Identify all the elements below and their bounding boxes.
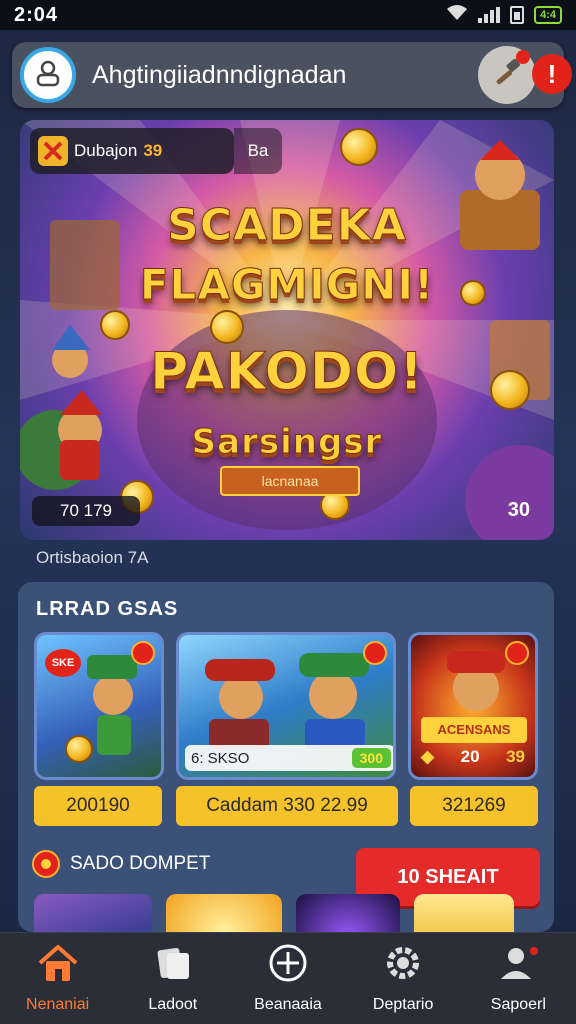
character-figure: [93, 675, 133, 715]
exclamation-icon: !: [547, 58, 557, 89]
plus-circle-icon: [268, 943, 308, 988]
games-section: LRRAD GSAS SKE 6: SKSO 300 ACENSANS ◆ 20…: [18, 582, 554, 934]
card-right-value: 39: [506, 747, 525, 766]
banner-ribbon: lacnanaa: [220, 466, 360, 496]
card-strip: 6: SKSO 300: [185, 745, 393, 771]
character-figure: [309, 671, 357, 719]
nav-add[interactable]: Beanaaia: [233, 943, 343, 1014]
banner-tag-label: Dubajon: [74, 141, 138, 160]
banner-title-line2: FLAGMIGNI!: [139, 260, 435, 310]
character-hat: [205, 659, 275, 681]
nav-label: Ladoot: [148, 996, 198, 1013]
nav-label: Nenaniai: [26, 996, 90, 1013]
card-title: ACENSANS: [421, 717, 527, 743]
tools-button[interactable]: [478, 46, 536, 104]
price-button-3[interactable]: 321269: [410, 786, 538, 826]
bottom-nav: Nenaniai Ladoot Beanaaia Deptario Sapoer…: [0, 932, 576, 1024]
nav-label: Beanaaia: [254, 996, 322, 1013]
status-bar: 2:04 4:4: [0, 0, 576, 30]
cards-icon: [153, 943, 193, 988]
gold-coin: [340, 128, 378, 166]
gold-coin: [65, 735, 93, 763]
user-icon: [33, 58, 63, 93]
wallet-row: SADO DOMPET: [32, 850, 210, 878]
banner-tag-extra: Ba: [234, 128, 282, 174]
game-card-1[interactable]: SKE: [34, 632, 164, 780]
coin-icon: ◆: [421, 747, 435, 766]
gold-coin: [100, 310, 130, 340]
banner-tag-coins: 39: [143, 141, 163, 160]
nav-home[interactable]: Nenaniai: [3, 943, 113, 1014]
hot-badge-icon: [505, 641, 529, 665]
game-logo-icon: [38, 136, 68, 166]
nav-settings[interactable]: Deptario: [348, 943, 458, 1014]
game-card-3[interactable]: ACENSANS ◆ 20 39: [408, 632, 538, 780]
thumbnail[interactable]: [296, 894, 400, 934]
alert-button[interactable]: !: [532, 54, 572, 94]
card-strip-left: 6: SKSO: [191, 749, 250, 767]
battery-level: 4:4: [534, 6, 562, 24]
wifi-icon: [446, 4, 468, 27]
hot-badge-icon: [363, 641, 387, 665]
card-left-value: 20: [460, 747, 480, 766]
settings-icon: [383, 943, 423, 988]
banner-caption: Ortisbaoion 7A: [36, 548, 149, 567]
thumbnail-row: [34, 894, 540, 934]
character-hat: [447, 651, 505, 673]
character-hat: [299, 653, 369, 677]
price-button-2[interactable]: Caddam 330 22.99: [176, 786, 398, 826]
character-hat: [87, 655, 137, 679]
notification-dot: [516, 50, 530, 64]
thumbnail[interactable]: [34, 894, 152, 934]
home-icon: [36, 943, 80, 988]
thumbnail[interactable]: [166, 894, 282, 934]
status-time: 2:04: [14, 3, 59, 26]
character-figure: [219, 675, 263, 719]
nav-label: Deptario: [372, 996, 434, 1013]
promo-banner[interactable]: Dubajon 39 Ba SCADEKA FLAGMIGNI! PAKODO!…: [20, 120, 554, 540]
character-body: [97, 715, 131, 755]
wallet-title: SADO DOMPET: [70, 853, 211, 874]
user-icon: [496, 943, 540, 988]
banner-tag: Dubajon 39: [30, 128, 234, 174]
card-strip-right: 300: [351, 748, 391, 768]
price-button-1[interactable]: 200190: [34, 786, 162, 826]
profile-avatar[interactable]: [20, 47, 76, 103]
nav-label: Sapoerl: [490, 996, 546, 1013]
hot-badge-icon: [131, 641, 155, 665]
banner-title-line4: Sarsingsr: [191, 422, 383, 463]
signal-icon: [478, 7, 501, 23]
banner-title-line3: PAKODO!: [150, 342, 424, 403]
battery-icon: [510, 6, 525, 24]
card-values: ◆ 20 39: [421, 747, 525, 767]
banner-left-count: 70 179: [32, 496, 140, 526]
section-title: LRRAD GSAS: [36, 598, 179, 620]
app-header: Ahgtingiiadnndignadan !: [12, 42, 572, 108]
card-badge: SKE: [45, 649, 81, 677]
banner-title-line1: SCADEKA: [167, 200, 407, 252]
nav-profile[interactable]: Sapoerl: [463, 943, 573, 1014]
status-icons: 4:4: [446, 4, 562, 27]
header-title: Ahgtingiiadnndignadan: [92, 60, 347, 89]
game-card-2[interactable]: 6: SKSO 300: [176, 632, 396, 780]
gold-coin: [210, 310, 244, 344]
banner-right-count: 30: [507, 499, 530, 521]
thumbnail[interactable]: [414, 894, 514, 934]
wallet-icon: [32, 850, 60, 878]
nav-cards[interactable]: Ladoot: [118, 943, 228, 1014]
